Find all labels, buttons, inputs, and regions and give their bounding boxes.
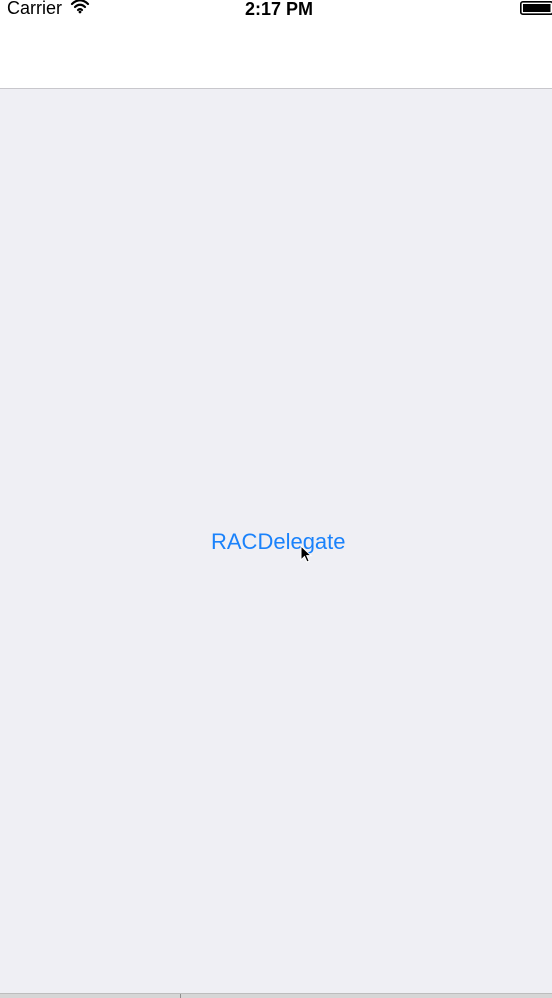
bottom-toolbar-edge: [0, 993, 552, 998]
mouse-pointer-icon: [300, 545, 312, 563]
battery-icon: [520, 1, 552, 15]
navigation-bar: [0, 20, 552, 89]
bottom-divider: [180, 994, 181, 998]
main-content: RACDelegate: [0, 89, 552, 993]
rac-delegate-button[interactable]: RACDelegate: [209, 527, 348, 557]
status-time: 2:17 PM: [244, 0, 314, 19]
status-bar: Carrier 2:17 PM: [0, 0, 552, 20]
ios-simulator-screen: Carrier 2:17 PM RACDelegate: [0, 0, 552, 998]
